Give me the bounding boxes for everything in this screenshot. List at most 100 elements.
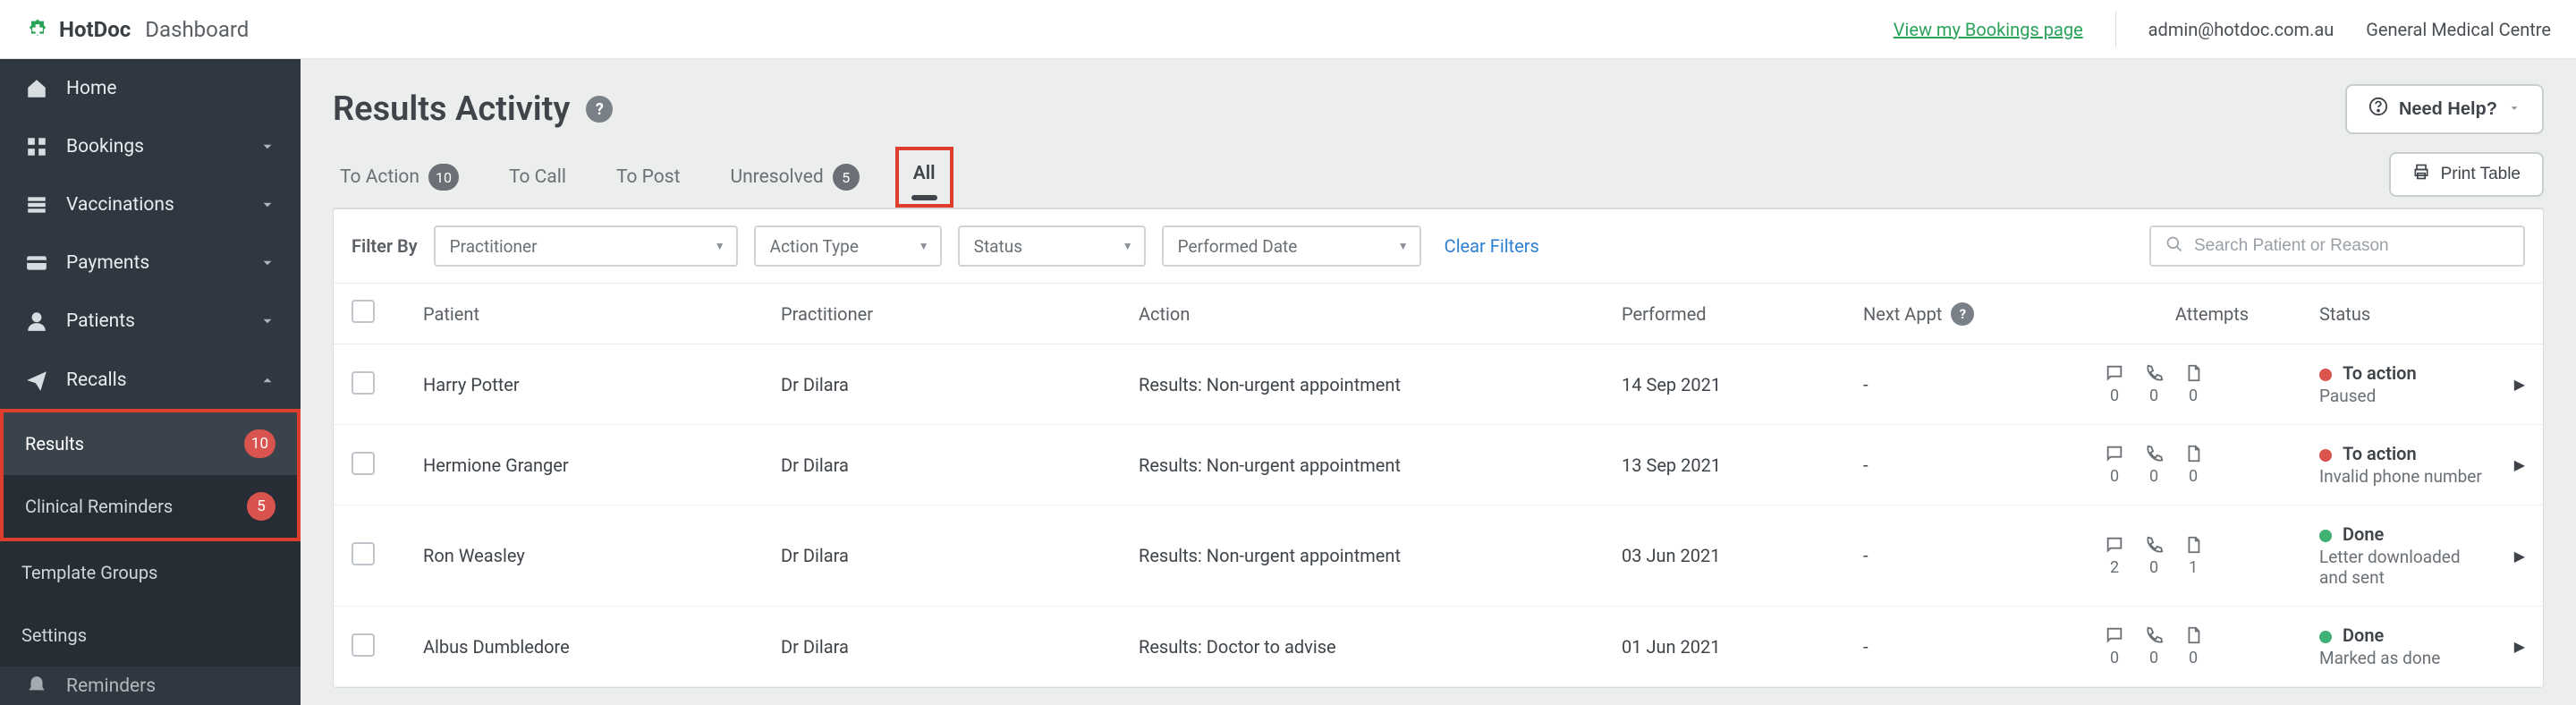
chevron-down-icon: [259, 197, 275, 213]
chevron-down-icon: [2508, 99, 2521, 120]
need-help-label: Need Help?: [2399, 99, 2497, 120]
filter-performed-date[interactable]: Performed Date▼: [1162, 225, 1421, 267]
help-circle-icon: [2368, 97, 2388, 122]
table-row[interactable]: Ron Weasley Dr Dilara Results: Non-urgen…: [334, 505, 2543, 607]
select-all-checkbox[interactable]: [352, 300, 375, 323]
tab-to-action[interactable]: To Action 10: [333, 151, 466, 207]
search-input[interactable]: [2194, 236, 2509, 256]
cell-next-appt: -: [1863, 454, 2105, 476]
sub-item-label: Settings: [21, 624, 87, 646]
col-attempts[interactable]: Attempts: [2105, 303, 2319, 325]
need-help-button[interactable]: Need Help?: [2345, 84, 2544, 134]
cell-patient: Hermione Granger: [423, 454, 781, 476]
phone-icon: [2144, 535, 2164, 555]
cell-next-appt: -: [1863, 636, 2105, 658]
cell-performed: 03 Jun 2021: [1622, 545, 1863, 566]
chevron-right-icon[interactable]: ▶: [2514, 376, 2525, 393]
clear-filters-link[interactable]: Clear Filters: [1445, 235, 1539, 257]
row-checkbox[interactable]: [352, 452, 375, 475]
filter-action-type[interactable]: Action Type▼: [754, 225, 942, 267]
tab-to-call[interactable]: To Call: [502, 154, 573, 204]
brand-logo-icon: [25, 17, 50, 42]
sidebar-sub-clinical-reminders[interactable]: Clinical Reminders 5: [4, 475, 297, 538]
search-icon: [2165, 235, 2183, 257]
col-patient[interactable]: Patient: [423, 303, 781, 325]
chevron-right-icon[interactable]: ▶: [2514, 456, 2525, 473]
tab-label: Unresolved: [730, 166, 823, 188]
filter-row: Filter By Practitioner▼ Action Type▼ Sta…: [334, 209, 2543, 284]
print-table-button[interactable]: Print Table: [2389, 152, 2544, 197]
sidebar-item-bookings[interactable]: Bookings: [0, 117, 301, 175]
bookings-link[interactable]: View my Bookings page: [1894, 19, 2083, 40]
tabs: To Action 10 To Call To Post Unresolved …: [333, 150, 2544, 208]
tab-to-post[interactable]: To Post: [609, 154, 688, 204]
sidebar-item-label: Payments: [66, 252, 149, 274]
sidebar-item-reminders[interactable]: Reminders: [0, 667, 301, 705]
badge-count: 10: [244, 429, 275, 458]
sidebar-item-patients[interactable]: Patients: [0, 293, 301, 351]
sidebar-sub-template-groups[interactable]: Template Groups: [0, 541, 301, 604]
stack-icon: [25, 193, 48, 217]
topbar: HotDoc Dashboard View my Bookings page a…: [0, 0, 2576, 59]
cell-practitioner: Dr Dilara: [781, 545, 1139, 566]
table-row[interactable]: Harry Potter Dr Dilara Results: Non-urge…: [334, 344, 2543, 425]
cell-attempts: 0 0 0: [2105, 625, 2319, 667]
row-checkbox[interactable]: [352, 633, 375, 657]
tab-all[interactable]: All: [906, 150, 943, 200]
sidebar-item-vaccinations[interactable]: Vaccinations: [0, 175, 301, 234]
cell-action: Results: Non-urgent appointment: [1139, 374, 1622, 395]
chevron-right-icon[interactable]: ▶: [2514, 638, 2525, 655]
chevron-down-icon: [259, 255, 275, 271]
col-performed[interactable]: Performed: [1622, 303, 1863, 325]
tab-all-highlight: All: [895, 147, 953, 208]
help-icon[interactable]: ?: [586, 96, 613, 123]
page-title: Results Activity: [333, 89, 570, 129]
sidebar-item-label: Bookings: [66, 136, 144, 157]
chevron-right-icon[interactable]: ▶: [2514, 548, 2525, 565]
org-name[interactable]: General Medical Centre: [2366, 19, 2551, 40]
cell-attempts: 0 0 0: [2105, 363, 2319, 405]
col-action[interactable]: Action: [1139, 303, 1622, 325]
sidebar-sub-results[interactable]: Results 10: [4, 412, 297, 475]
col-status[interactable]: Status: [2319, 303, 2489, 325]
bell-icon: [25, 675, 48, 698]
sidebar-item-label: Patients: [66, 310, 135, 332]
col-next-appt[interactable]: Next Appt ?: [1863, 302, 2105, 326]
results-table: Filter By Practitioner▼ Action Type▼ Sta…: [333, 208, 2544, 688]
search-box[interactable]: [2149, 225, 2525, 267]
topbar-divider: [2115, 12, 2116, 47]
sidebar-item-label: Vaccinations: [66, 194, 174, 216]
table-row[interactable]: Albus Dumbledore Dr Dilara Results: Doct…: [334, 607, 2543, 687]
recalls-sub: Template Groups Settings: [0, 541, 301, 667]
status-dot-icon: [2319, 369, 2332, 381]
sidebar: Home Bookings Vaccinations Payments Pati…: [0, 59, 301, 705]
row-checkbox[interactable]: [352, 371, 375, 395]
document-icon: [2183, 363, 2203, 383]
sidebar-item-home[interactable]: Home: [0, 59, 301, 117]
sidebar-item-label: Reminders: [66, 675, 156, 697]
table-body: Harry Potter Dr Dilara Results: Non-urge…: [334, 344, 2543, 687]
sms-icon: [2105, 444, 2124, 463]
cell-patient: Harry Potter: [423, 374, 781, 395]
cell-action: Results: Doctor to advise: [1139, 636, 1622, 658]
filter-status[interactable]: Status▼: [958, 225, 1146, 267]
row-checkbox[interactable]: [352, 542, 375, 565]
sidebar-item-payments[interactable]: Payments: [0, 234, 301, 293]
dropdown-icon: ▼: [715, 240, 725, 252]
sub-item-label: Results: [25, 433, 84, 454]
cell-status: Done Letter downloaded and sent: [2319, 523, 2489, 588]
phone-icon: [2144, 444, 2164, 463]
tab-unresolved[interactable]: Unresolved 5: [723, 151, 866, 207]
sidebar-item-label: Home: [66, 78, 117, 99]
filter-practitioner[interactable]: Practitioner▼: [434, 225, 738, 267]
sidebar-item-recalls[interactable]: Recalls: [0, 351, 301, 409]
cell-action: Results: Non-urgent appointment: [1139, 454, 1622, 476]
user-email[interactable]: admin@hotdoc.com.au: [2148, 19, 2334, 40]
col-practitioner[interactable]: Practitioner: [781, 303, 1139, 325]
table-row[interactable]: Hermione Granger Dr Dilara Results: Non-…: [334, 425, 2543, 505]
help-icon[interactable]: ?: [1951, 302, 1974, 326]
sms-icon: [2105, 363, 2124, 383]
sidebar-sub-settings[interactable]: Settings: [0, 604, 301, 667]
cell-patient: Ron Weasley: [423, 545, 781, 566]
tab-label: To Post: [616, 166, 681, 188]
